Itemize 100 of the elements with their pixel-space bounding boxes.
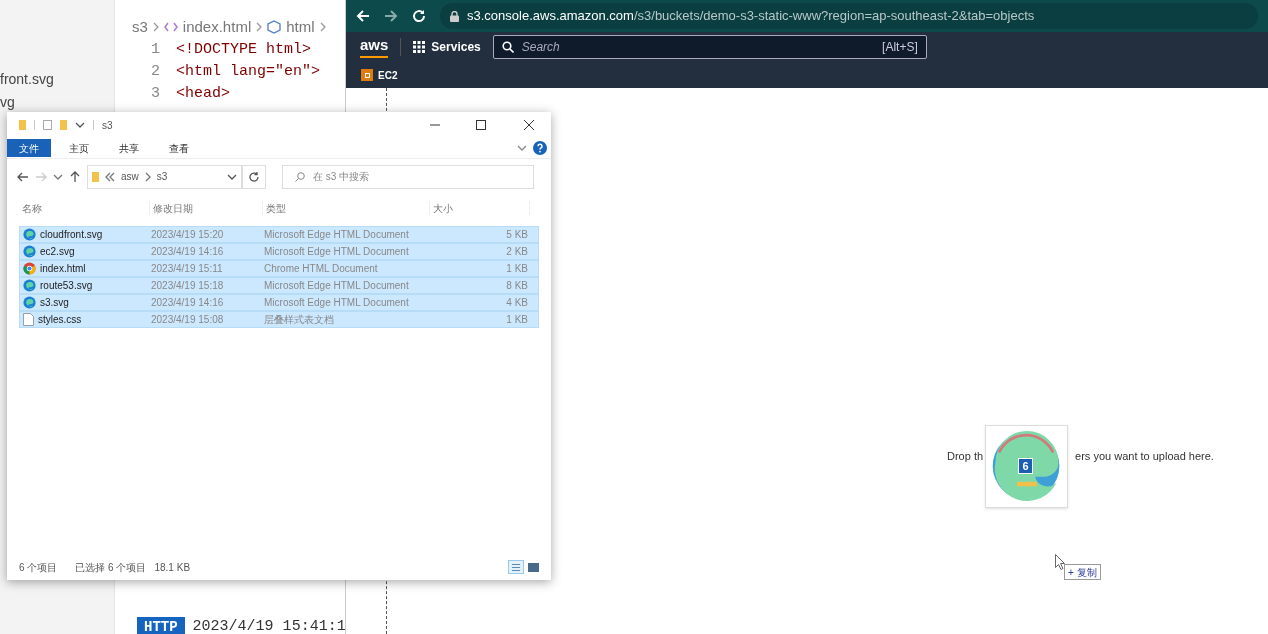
file-row[interactable]: cloudfront.svg 2023/4/19 15:20 Microsoft Edge HTML Document 5 KB [19, 226, 539, 243]
file-name: s3.svg [40, 296, 69, 310]
chevron-icon [256, 22, 263, 32]
file-size: 5 KB [505, 228, 529, 242]
column-header[interactable]: 名称 [19, 201, 150, 215]
search-icon [501, 41, 514, 53]
file-name: cloudfront.svg [40, 228, 103, 242]
line-number: 2 [150, 61, 161, 82]
cursor-icon [1055, 554, 1066, 570]
cube-icon [267, 20, 282, 34]
file-size: 1 KB [505, 313, 529, 327]
modified-date: 2023/4/19 14:16 [151, 245, 225, 259]
folder-icon [92, 171, 99, 182]
drop-hint: ers you want to upload here. [1075, 449, 1214, 464]
folder-icon [19, 120, 26, 130]
services-menu[interactable]: Services [413, 38, 481, 56]
details-view-icon[interactable] [508, 560, 524, 574]
search-field[interactable]: Search [Alt+S] [492, 35, 927, 59]
file-type: 层叠样式表文档 [264, 313, 335, 327]
edge-icon [23, 279, 36, 292]
breadcrumb-item[interactable]: html [286, 15, 315, 39]
code-line: <html lang="en"> [176, 61, 321, 82]
ec2-service-icon [361, 69, 373, 81]
drop-hint: Drop th [947, 449, 984, 464]
modified-date: 2023/4/19 15:08 [151, 313, 225, 327]
file-row[interactable]: route53.svg 2023/4/19 15:18 Microsoft Edge HTML Document 8 KB [19, 277, 539, 294]
aws-logo[interactable]: aws [360, 36, 389, 58]
file-type: Microsoft Edge HTML Document [264, 279, 410, 293]
chevron-icon [152, 22, 159, 32]
chevron-icon [319, 22, 326, 32]
help-icon[interactable] [533, 141, 547, 155]
ribbon-tab[interactable]: 文件 [7, 139, 51, 157]
up-icon[interactable] [69, 170, 81, 183]
back-icon[interactable] [17, 170, 29, 183]
file-type: Chrome HTML Document [264, 262, 379, 276]
folder-icon [60, 120, 67, 130]
modified-date: 2023/4/19 15:20 [151, 228, 225, 242]
file-icon [23, 313, 34, 326]
code-icon [163, 22, 178, 32]
line-number: 1 [150, 39, 161, 60]
dropdown-icon[interactable] [227, 173, 237, 180]
file-type: Microsoft Edge HTML Document [264, 245, 410, 259]
ribbon-tab[interactable]: 查看 [157, 139, 201, 157]
modified-date: 2023/4/19 14:16 [151, 296, 225, 310]
forward-icon[interactable] [384, 9, 398, 23]
overflow-icon[interactable] [105, 171, 115, 182]
favorite-link[interactable]: EC2 [361, 67, 398, 83]
file-size: 4 KB [505, 296, 529, 310]
edge-icon [23, 245, 36, 258]
expand-ribbon-icon[interactable] [517, 145, 527, 151]
recent-dropdown-icon[interactable] [53, 173, 63, 180]
breadcrumb-item[interactable]: s3 [132, 15, 148, 39]
ribbon-tab[interactable]: 主页 [57, 139, 101, 157]
shortcut-hint: [Alt+S] [882, 39, 918, 56]
column-header[interactable]: 大小 [430, 201, 530, 215]
file-name: ec2.svg [40, 245, 75, 259]
file-size: 1 KB [505, 262, 529, 276]
thumbnail-view-icon[interactable] [528, 562, 539, 572]
grid-icon [413, 41, 426, 53]
edge-icon [23, 228, 36, 241]
reload-icon[interactable] [412, 9, 426, 23]
modified-date: 2023/4/19 15:11 [151, 262, 224, 276]
address-field[interactable]: asw s3 [87, 164, 242, 189]
refresh-icon [248, 170, 260, 183]
path-segment[interactable]: s3 [156, 169, 168, 184]
file-name[interactable]: vg [0, 92, 15, 113]
file-row[interactable]: ec2.svg 2023/4/19 14:16 Microsoft Edge HTML Document 2 KB [19, 243, 539, 260]
selection-count: 已选择 6 个项目 [75, 560, 147, 575]
refresh-button[interactable] [242, 164, 266, 189]
file-name: styles.css [38, 313, 82, 327]
count-badge: 6 [1018, 458, 1033, 474]
log-timestamp: 2023/4/19 15:41:1 [192, 617, 346, 634]
file-row[interactable]: styles.css 2023/4/19 15:08 层叠样式表文档 1 KB [19, 311, 539, 328]
search-field[interactable]: 在 s3 中搜索 [282, 164, 534, 189]
lock-icon [450, 10, 459, 22]
item-count: 6 个项目 [19, 560, 58, 575]
selection-size: 18.1 KB [154, 560, 191, 575]
search-icon [295, 171, 305, 182]
drag-tooltip: + 复制 [1064, 564, 1101, 580]
file-type: Microsoft Edge HTML Document [264, 296, 410, 310]
file-name: index.html [40, 262, 86, 276]
dropdown-icon[interactable] [75, 122, 85, 128]
path-segment[interactable]: asw [121, 169, 139, 184]
code-line: <head> [176, 83, 230, 104]
line-number: 3 [150, 83, 161, 104]
file-name[interactable]: front.svg [0, 69, 54, 90]
ribbon-tab[interactable]: 共享 [107, 139, 151, 157]
window-title: s3 [102, 118, 114, 133]
address-bar[interactable]: s3.console.aws.amazon.com/s3/buckets/demo-s3-static-www?region=ap-southeast-2&tab=objects [440, 3, 1258, 29]
edge-icon [23, 296, 36, 309]
file-type: Microsoft Edge HTML Document [264, 228, 410, 242]
http-badge: HTTP [137, 617, 185, 634]
column-header[interactable]: 类型 [263, 201, 430, 215]
modified-date: 2023/4/19 15:18 [151, 279, 225, 293]
chevron-icon [144, 171, 151, 182]
file-row[interactable]: index.html 2023/4/19 15:11 Chrome HTML Document 1 KB [19, 260, 539, 277]
file-size: 2 KB [505, 245, 529, 259]
file-row[interactable]: s3.svg 2023/4/19 14:16 Microsoft Edge HTML Document 4 KB [19, 294, 539, 311]
column-header[interactable]: 修改日期 [150, 201, 263, 215]
breadcrumb-item[interactable]: index.html [182, 15, 252, 39]
